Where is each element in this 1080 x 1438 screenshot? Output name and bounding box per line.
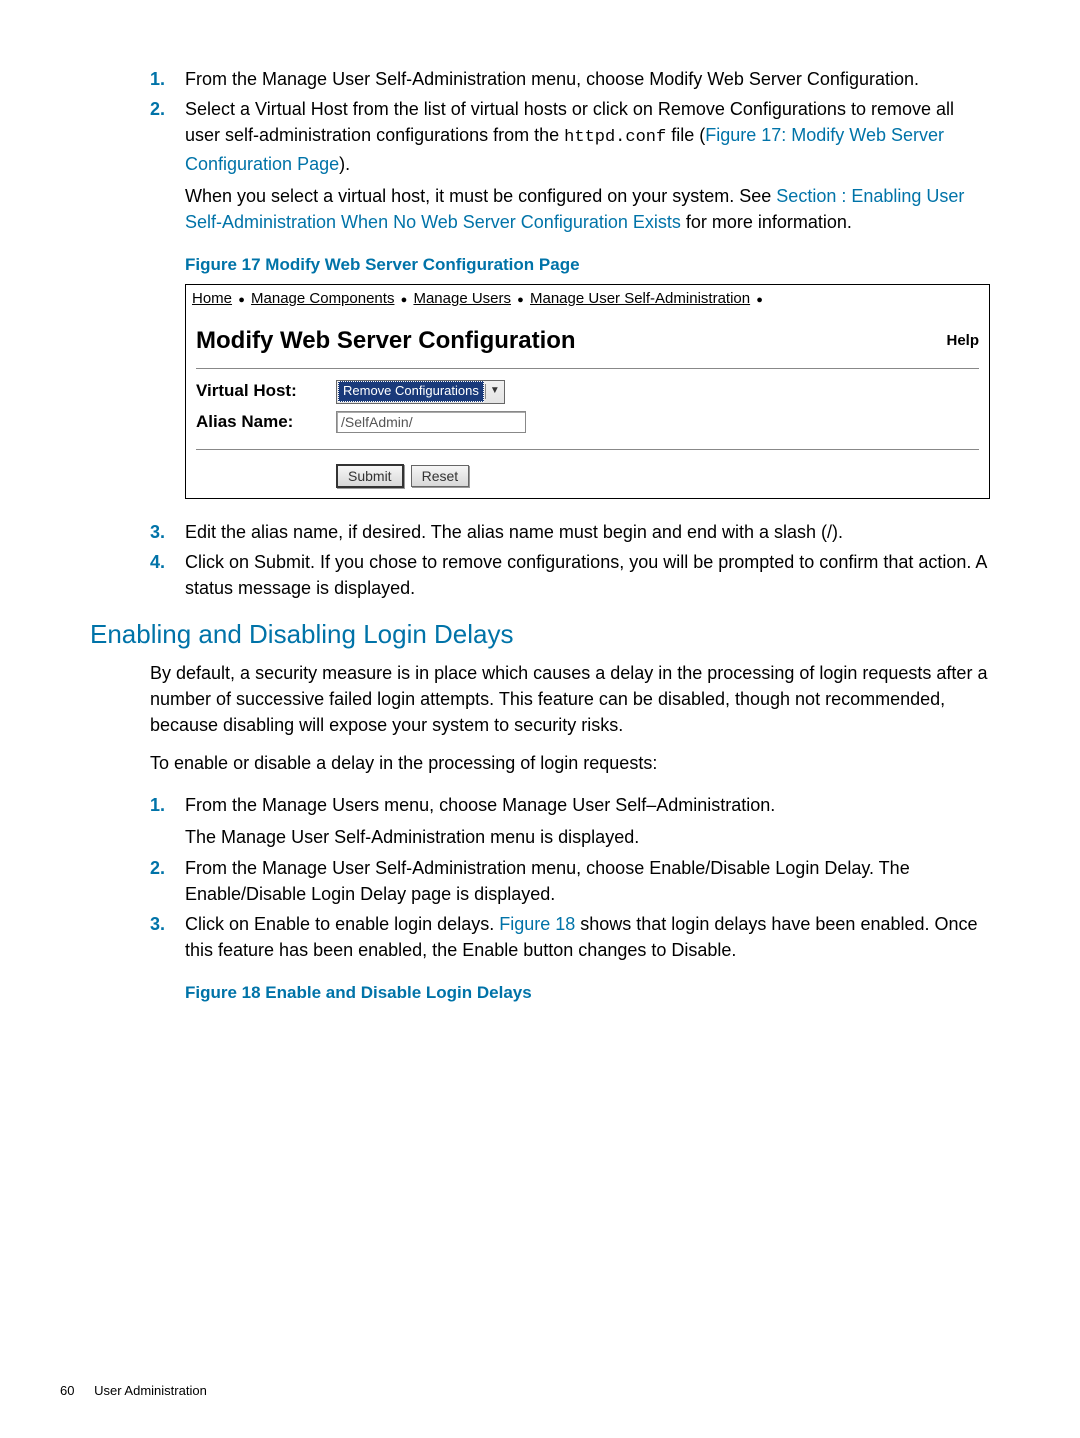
divider bbox=[196, 449, 979, 450]
page-footer: 60 User Administration bbox=[60, 1383, 207, 1398]
code-inline: httpd.conf bbox=[564, 128, 666, 147]
step-marker: 3. bbox=[150, 519, 165, 545]
alias-name-input[interactable] bbox=[336, 411, 526, 433]
bc-sep: ● bbox=[399, 294, 410, 306]
figure17-caption: Figure 17 Modify Web Server Configuratio… bbox=[185, 253, 990, 278]
bc-home[interactable]: Home bbox=[192, 290, 232, 307]
section-heading: Enabling and Disabling Login Delays bbox=[90, 619, 990, 650]
label-virtual-host: Virtual Host: bbox=[196, 379, 336, 404]
figure-link[interactable]: Figure 18 bbox=[499, 914, 575, 934]
submit-button[interactable]: Submit bbox=[336, 464, 404, 488]
page-number: 60 bbox=[60, 1383, 74, 1398]
virtual-host-select[interactable]: Remove Configurations ▼ bbox=[336, 380, 505, 404]
bc-sep: ● bbox=[515, 294, 526, 306]
bc-components[interactable]: Manage Components bbox=[251, 290, 394, 307]
step-text: Edit the alias name, if desired. The ali… bbox=[185, 522, 843, 542]
figure17-box: Home ● Manage Components ● Manage Users … bbox=[185, 284, 990, 499]
step-text: Click on Submit. If you chose to remove … bbox=[185, 552, 986, 598]
figure17-form: Virtual Host: Remove Configurations ▼ Al… bbox=[186, 379, 989, 444]
reset-button[interactable]: Reset bbox=[411, 465, 470, 487]
step-text: From the Manage User Self-Administration… bbox=[185, 69, 919, 89]
section-para-2: To enable or disable a delay in the proc… bbox=[150, 750, 990, 776]
bstep-2: 2. From the Manage User Self-Administrat… bbox=[150, 855, 990, 907]
step-text: From the Manage Users menu, choose Manag… bbox=[185, 795, 775, 815]
bc-selfadmin[interactable]: Manage User Self-Administration bbox=[530, 290, 750, 307]
step-tail: ). bbox=[339, 154, 350, 174]
divider bbox=[196, 368, 979, 369]
step-1: 1. From the Manage User Self-Administrat… bbox=[150, 66, 990, 92]
step-3: 3. Edit the alias name, if desired. The … bbox=[150, 519, 990, 545]
step-marker: 2. bbox=[150, 96, 165, 122]
help-link[interactable]: Help bbox=[946, 330, 979, 352]
label-alias-name: Alias Name: bbox=[196, 410, 336, 435]
step-text-after: file ( bbox=[666, 125, 705, 145]
ordered-list-bottom: 1. From the Manage Users menu, choose Ma… bbox=[150, 792, 990, 1005]
breadcrumb: Home ● Manage Components ● Manage Users … bbox=[186, 285, 989, 314]
step-marker: 3. bbox=[150, 911, 165, 937]
step-para2-after: for more information. bbox=[681, 212, 852, 232]
step-marker: 1. bbox=[150, 792, 165, 818]
bstep-3: 3. Click on Enable to enable login delay… bbox=[150, 911, 990, 1006]
section-para-1: By default, a security measure is in pla… bbox=[150, 660, 990, 738]
footer-title: User Administration bbox=[94, 1383, 207, 1398]
step-2: 2. Select a Virtual Host from the list o… bbox=[150, 96, 990, 499]
select-value: Remove Configurations bbox=[338, 381, 484, 402]
bc-users[interactable]: Manage Users bbox=[413, 290, 511, 307]
step-marker: 4. bbox=[150, 549, 165, 575]
ordered-list-top: 1. From the Manage User Self-Administrat… bbox=[150, 66, 990, 601]
step-para2-before: When you select a virtual host, it must … bbox=[185, 186, 776, 206]
step-marker: 1. bbox=[150, 66, 165, 92]
bc-sep: ● bbox=[236, 294, 247, 306]
step-4: 4. Click on Submit. If you chose to remo… bbox=[150, 549, 990, 601]
step-marker: 2. bbox=[150, 855, 165, 881]
chevron-down-icon: ▼ bbox=[485, 384, 504, 399]
figure18-caption: Figure 18 Enable and Disable Login Delay… bbox=[185, 981, 990, 1006]
bstep-1: 1. From the Manage Users menu, choose Ma… bbox=[150, 792, 990, 850]
step-sub: The Manage User Self-Administration menu… bbox=[185, 827, 639, 847]
figure17-title: Modify Web Server Configuration bbox=[196, 324, 576, 359]
step-before: Click on Enable to enable login delays. bbox=[185, 914, 499, 934]
step-text: From the Manage User Self-Administration… bbox=[185, 858, 910, 904]
bc-sep: ● bbox=[754, 294, 765, 306]
